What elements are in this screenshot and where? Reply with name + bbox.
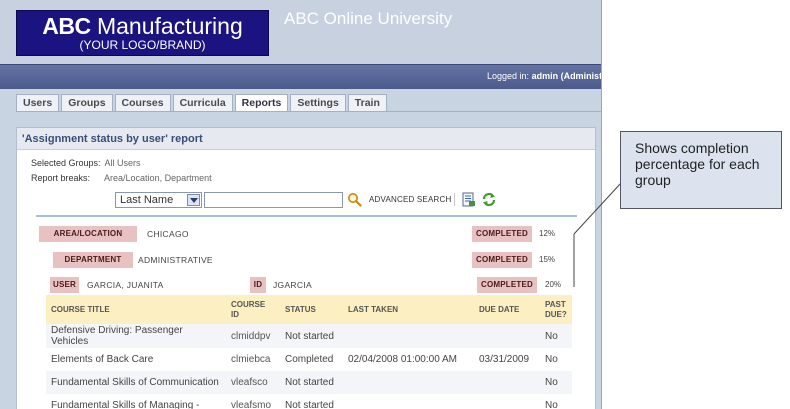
last-taken-cell <box>343 324 474 348</box>
main-tabs: Users Groups Courses Curricula Reports S… <box>16 94 389 112</box>
report-panel: 'Assignment status by user' report Selec… <box>16 127 596 409</box>
tab-settings[interactable]: Settings <box>290 94 346 112</box>
course-id-cell: clmiebca <box>231 354 271 365</box>
department-completed-tag: COMPLETED <box>472 252 532 268</box>
col-course-title[interactable]: COURSE TITLE <box>46 295 226 324</box>
table-row[interactable]: Fundamental Skills of Communication vlea… <box>46 371 572 394</box>
course-table: COURSE TITLE COURSE ID STATUS LAST TAKEN… <box>46 295 572 409</box>
area-location-tag: AREA/LOCATION <box>39 226 137 242</box>
report-icon[interactable] <box>461 192 476 207</box>
site-title: ABC Online University <box>284 9 453 28</box>
search-icon[interactable] <box>347 192 362 207</box>
logo-brand: Manufacturing <box>96 13 243 39</box>
status-cell: Not started <box>280 324 343 348</box>
course-title-cell: Defensive Driving: Passenger Vehicles <box>46 324 226 348</box>
sort-by-select[interactable]: Last Name <box>115 192 202 208</box>
last-taken-cell <box>343 394 474 409</box>
logo-subtitle: (YOUR LOGO/BRAND) <box>79 38 206 52</box>
course-id-cell: clmiddpv <box>226 324 280 348</box>
refresh-icon[interactable] <box>481 192 497 207</box>
selected-groups-value: All Users <box>104 158 141 168</box>
past-due-cell: No <box>545 400 558 409</box>
status-cell: Completed <box>285 354 334 365</box>
past-due-cell: No <box>540 324 572 348</box>
status-cell: Not started <box>285 400 334 409</box>
top-bar: Logged in: admin (Administr <box>0 64 601 89</box>
id-value: JGARCIA <box>273 280 312 290</box>
department-value: ADMINISTRATIVE <box>138 255 213 265</box>
tab-curricula[interactable]: Curricula <box>172 94 233 112</box>
department-tag: DEPARTMENT <box>53 252 133 268</box>
id-tag: ID <box>250 277 266 293</box>
user-completed-pct: 20% <box>545 280 562 289</box>
table-row[interactable]: Fundamental Skills of Managing - vleafsm… <box>46 394 572 409</box>
due-date-cell <box>474 324 540 348</box>
report-breaks-label: Report breaks: <box>31 173 91 183</box>
last-taken-cell: 02/04/2008 01:00:00 AM <box>348 354 457 365</box>
login-prefix: Logged in: <box>487 71 530 81</box>
course-id-cell: vleafsmo <box>231 400 272 409</box>
toolbar-separator <box>454 193 455 206</box>
app-window: ABC Manufacturing (YOUR LOGO/BRAND) ABC … <box>0 0 602 409</box>
tab-groups[interactable]: Groups <box>61 94 113 112</box>
table-row[interactable]: Defensive Driving: Passenger Vehicles cl… <box>46 324 572 348</box>
sort-by-value: Last Name <box>120 194 174 206</box>
department-completed-pct: 15% <box>539 255 556 264</box>
tab-reports[interactable]: Reports <box>234 94 289 112</box>
course-title-cell: Fundamental Skills of Communication <box>46 371 226 394</box>
table-header-row: COURSE TITLE COURSE ID STATUS LAST TAKEN… <box>46 295 572 324</box>
col-last-taken[interactable]: LAST TAKEN <box>343 295 474 324</box>
user-tag: USER <box>50 277 79 293</box>
area-completed-tag: COMPLETED <box>472 226 532 242</box>
area-completed-pct: 12% <box>539 229 556 238</box>
report-title: 'Assignment status by user' report <box>17 128 595 150</box>
due-date-cell: 03/31/2009 <box>479 354 530 365</box>
due-date-cell <box>474 371 540 394</box>
brand-logo: ABC Manufacturing (YOUR LOGO/BRAND) <box>16 10 269 56</box>
last-taken-cell <box>343 371 474 394</box>
dropdown-arrow-icon[interactable] <box>187 194 200 206</box>
report-results: AREA/LOCATION CHICAGO COMPLETED 12% DEPA… <box>36 215 577 409</box>
report-breaks-value: Area/Location, Department <box>104 173 212 183</box>
area-location-value: CHICAGO <box>147 229 189 239</box>
annotation-callout: Shows completion percentage for each gro… <box>620 131 782 209</box>
advanced-search-link[interactable]: ADVANCED SEARCH <box>369 195 451 204</box>
col-due-date[interactable]: DUE DATE <box>474 295 540 324</box>
col-course-id[interactable]: COURSE ID <box>226 295 280 324</box>
tab-users[interactable]: Users <box>16 94 60 112</box>
tab-train[interactable]: Train <box>347 94 387 112</box>
login-user[interactable]: admin (Administr <box>532 71 601 81</box>
tab-divider <box>16 111 601 112</box>
tab-courses[interactable]: Courses <box>114 94 171 112</box>
course-title-cell: Elements of Back Care <box>51 354 154 365</box>
search-input[interactable] <box>204 192 343 208</box>
report-breaks-row: Report breaks: Area/Location, Department <box>31 173 212 183</box>
past-due-cell: No <box>545 354 558 365</box>
due-date-cell <box>474 394 540 409</box>
user-value: GARCIA, JUANITA <box>87 280 164 290</box>
col-past-due[interactable]: PAST DUE? <box>540 295 572 324</box>
header: ABC Manufacturing (YOUR LOGO/BRAND) ABC … <box>0 0 601 64</box>
col-status[interactable]: STATUS <box>280 295 343 324</box>
selected-groups-label: Selected Groups: <box>31 158 101 168</box>
login-status: Logged in: admin (Administr <box>487 71 601 81</box>
selected-groups-row: Selected Groups: All Users <box>31 158 141 168</box>
status-cell: Not started <box>280 371 343 394</box>
past-due-cell: No <box>540 371 572 394</box>
logo-abc: ABC <box>42 13 91 39</box>
user-completed-tag: COMPLETED <box>477 277 537 293</box>
course-id-cell: vleafsco <box>226 371 280 394</box>
table-row[interactable]: Elements of Back Care clmiebca Completed… <box>46 348 572 371</box>
course-title-cell: Fundamental Skills of Managing - <box>51 400 200 409</box>
